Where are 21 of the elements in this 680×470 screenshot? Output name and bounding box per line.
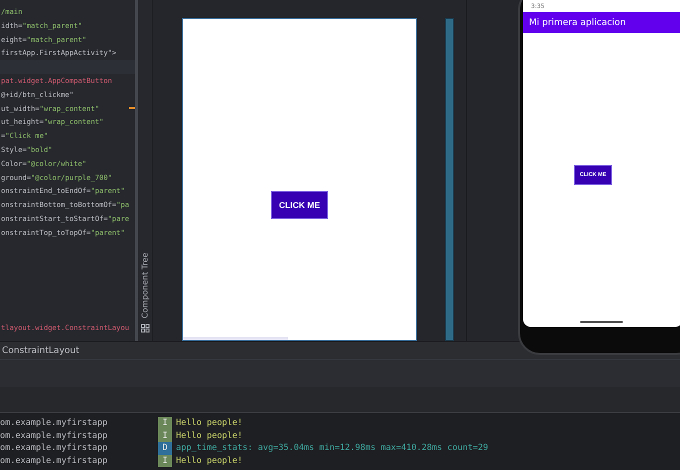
log-package: om.example.myfirstapp: [0, 418, 108, 428]
log-level-badge: I: [158, 430, 172, 442]
component-tree-tab[interactable]: Component Tree: [139, 250, 151, 320]
breadcrumb-item[interactable]: ConstraintLayout: [2, 346, 80, 356]
log-level-badge: D: [158, 442, 172, 454]
log-level-badge: I: [158, 417, 172, 430]
log-package: om.example.myfirstapp: [0, 430, 108, 441]
warning-marker: [129, 107, 135, 109]
log-level-badge: I: [158, 454, 172, 467]
log-message: Hello people!: [176, 418, 243, 428]
app-bar-title: Mi primera aplicacion: [523, 12, 680, 33]
component-tree-icon: [140, 324, 150, 333]
click-me-button[interactable]: CLICK ME: [270, 191, 328, 219]
log-message: Hello people!: [176, 430, 243, 441]
log-package: om.example.myfirstapp: [0, 443, 108, 454]
log-package: om.example.myfirstapp: [0, 456, 108, 466]
log-message: Hello people!: [176, 456, 243, 466]
scrollbar[interactable]: [135, 0, 138, 341]
scrollbar[interactable]: [183, 337, 288, 340]
log-message: app_time_stats: avg=35.04ms min=12.98ms max=410.28ms count=29: [176, 443, 488, 454]
home-indicator[interactable]: [580, 321, 623, 323]
